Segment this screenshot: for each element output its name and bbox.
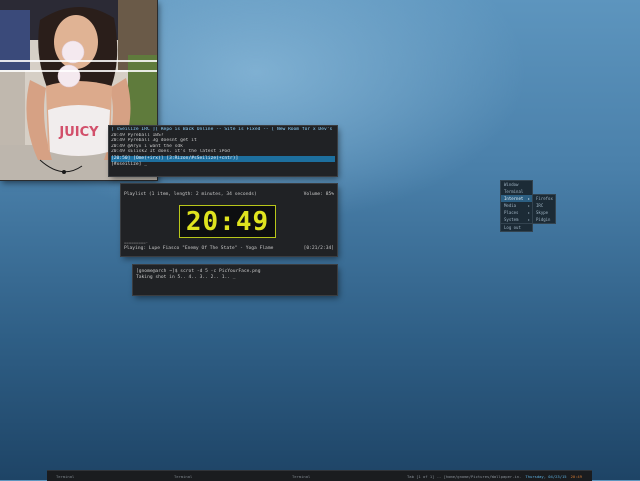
progress-bar[interactable]: =========- bbox=[124, 240, 148, 245]
taskbar: Terminal Terminal Terminal Tab [1 of 1] … bbox=[47, 470, 592, 481]
terminal-output: Taking shot in 5.. 4.. 3.. 2.. 1.. _ bbox=[136, 275, 236, 280]
svg-text:JUICY: JUICY bbox=[58, 125, 99, 140]
chevron-right-icon: ▸ bbox=[527, 210, 530, 215]
submenu-item-irc[interactable]: IRC bbox=[533, 202, 555, 209]
big-clock: 20:49 bbox=[179, 205, 276, 238]
irc-window[interactable]: [ sSeilize IRC ][ Repo is Back Online --… bbox=[109, 126, 337, 176]
chevron-right-icon: ▸ bbox=[527, 203, 530, 208]
now-playing-bar: Playing: Lupe Fiasco "Enemy Of The State… bbox=[124, 246, 334, 251]
menu-item-internet[interactable]: Internet ▸ bbox=[501, 195, 532, 202]
taskbar-date: Thursday, 04/23/15 bbox=[525, 473, 567, 479]
taskbar-task[interactable]: Terminal bbox=[283, 474, 401, 479]
menu-item-places[interactable]: Places ▸ bbox=[501, 209, 532, 216]
internet-submenu[interactable]: Firefox IRC Skype Pidgin bbox=[533, 195, 555, 223]
elapsed-time: [0:21/2:34] bbox=[303, 246, 334, 251]
menu-item-label: Media bbox=[504, 203, 517, 208]
taskbar-task[interactable]: Terminal bbox=[47, 474, 165, 479]
menu-item-terminal[interactable]: Terminal bbox=[501, 188, 532, 195]
submenu-item-skype[interactable]: Skype bbox=[533, 209, 555, 216]
playlist-header: Playlist (1 item, length: 2 minutes, 34 … bbox=[124, 192, 334, 197]
chevron-right-icon: ▸ bbox=[527, 217, 530, 222]
chevron-right-icon: ▸ bbox=[527, 196, 530, 201]
music-player-window[interactable]: Playlist (1 item, length: 2 minutes, 34 … bbox=[121, 184, 337, 256]
menu-item-label: Places bbox=[504, 210, 519, 215]
irc-topic: [ sSeilize IRC ][ Repo is Back Online --… bbox=[111, 127, 335, 132]
irc-message: 20:49 sElisk2 It does. it's the latest i… bbox=[111, 149, 230, 155]
irc-input[interactable]: [#xseilize] _ bbox=[111, 162, 335, 168]
taskbar-task[interactable]: Terminal bbox=[165, 474, 283, 479]
terminal-window[interactable]: [gnome@arch ~]$ scrot -d 5 -c PicYourFac… bbox=[133, 265, 337, 295]
taskbar-active-title[interactable]: Tab [1 of 1] -- [home/gnome/Pictures/Wal… bbox=[401, 474, 521, 479]
taskbar-clock: 20:49 bbox=[570, 473, 582, 479]
launcher-menu[interactable]: Window Terminal Internet ▸ Media ▸ Place… bbox=[501, 181, 532, 231]
menu-item-logout[interactable]: Log out bbox=[501, 223, 532, 231]
now-playing: Playing: Lupe Fiasco "Enemy Of The State… bbox=[124, 246, 274, 251]
volume-indicator[interactable]: Volume: 85% bbox=[304, 192, 334, 197]
menu-item-media[interactable]: Media ▸ bbox=[501, 202, 532, 209]
submenu-item-firefox[interactable]: Firefox bbox=[533, 195, 555, 202]
menu-item-label: System bbox=[504, 217, 519, 222]
playlist-info: Playlist (1 item, length: 2 minutes, 34 … bbox=[124, 192, 257, 197]
menu-item-label: Internet bbox=[504, 196, 524, 201]
submenu-item-pidgin[interactable]: Pidgin bbox=[533, 216, 555, 223]
menu-item-system[interactable]: System ▸ bbox=[501, 216, 532, 223]
menu-item-window[interactable]: Window bbox=[501, 181, 532, 188]
clock-digits: 20:49 bbox=[185, 206, 270, 237]
